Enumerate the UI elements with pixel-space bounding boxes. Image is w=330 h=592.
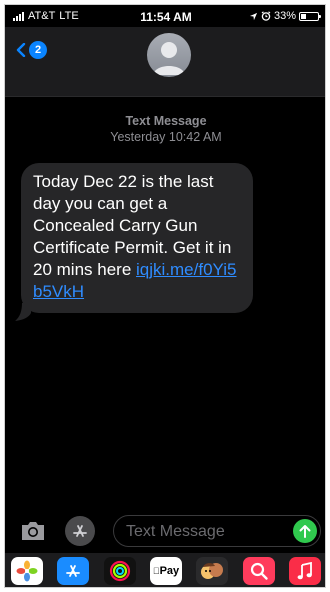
send-button[interactable] [293, 519, 317, 543]
chevron-left-icon [16, 43, 26, 57]
battery-level [301, 13, 307, 19]
activity-app-button[interactable] [103, 557, 136, 585]
activity-icon [109, 560, 130, 582]
back-button[interactable]: 2 [15, 41, 47, 59]
image-search-icon [250, 562, 268, 580]
phone-screen: AT&T LTE 11:54 AM 33% 2 Text Message Yes… [4, 4, 326, 588]
battery-icon [299, 11, 321, 21]
location-icon [249, 12, 258, 20]
message-timestamp: Yesterday 10:42 AM [110, 130, 222, 144]
photos-icon [16, 560, 38, 582]
camera-icon [22, 522, 44, 540]
music-icon [297, 562, 312, 580]
memoji-app-button[interactable] [196, 557, 229, 585]
app-drawer: Pay [5, 553, 325, 587]
app-store-icon [66, 565, 81, 577]
contact-avatar[interactable] [147, 33, 191, 77]
apple-pay-label: Pay [156, 565, 180, 577]
memoji-icon [201, 563, 224, 579]
arrow-up-icon [299, 525, 311, 538]
status-right: 33% [249, 10, 321, 22]
camera-button[interactable] [19, 518, 47, 544]
bubble-tail [15, 303, 31, 321]
apple-pay-icon:  [153, 566, 160, 576]
person-icon [153, 42, 185, 75]
apps-button[interactable] [65, 516, 95, 546]
message-input-container [113, 515, 321, 547]
app-store-app-button[interactable] [57, 557, 90, 585]
incoming-message-bubble[interactable]: Today Dec 22 is the last day you can get… [21, 163, 253, 313]
app-store-icon [73, 525, 87, 537]
photos-app-button[interactable] [11, 557, 43, 585]
battery-percent: 33% [273, 10, 296, 22]
music-app-button[interactable] [288, 557, 321, 585]
service-label: Text Message [125, 114, 207, 128]
status-bar: AT&T LTE 11:54 AM 33% [5, 5, 325, 27]
apple-pay-app-button[interactable]: Pay [149, 557, 182, 585]
conversation-header: 2 [5, 27, 325, 97]
message-input[interactable] [126, 520, 286, 544]
alarm-icon [261, 11, 271, 21]
image-search-app-button[interactable] [242, 557, 275, 585]
unread-badge: 2 [29, 41, 47, 59]
message-meta: Text Message Yesterday 10:42 AM [5, 113, 325, 145]
compose-bar [5, 513, 325, 549]
